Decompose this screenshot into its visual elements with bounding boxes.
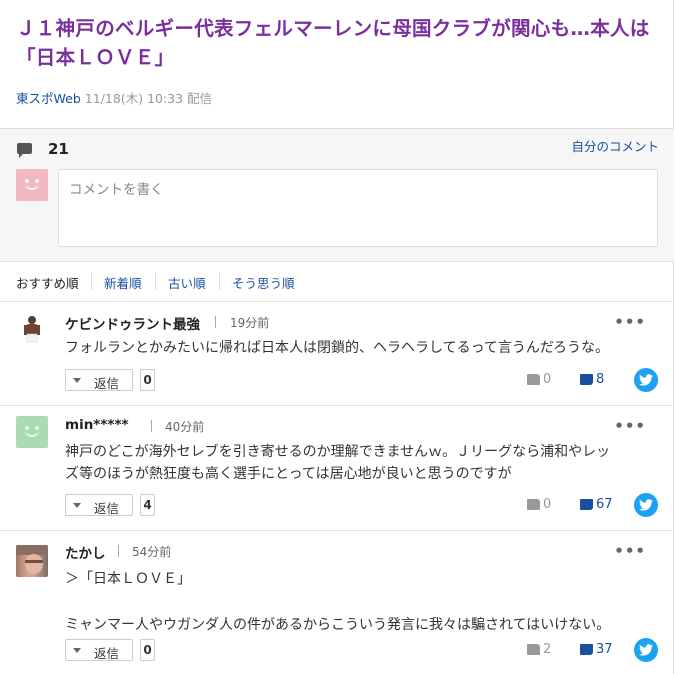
smiley-face-icon: [16, 169, 48, 201]
comment-time: 19分前: [230, 316, 270, 330]
sort-bar: おすすめ順 新着順 古い順 そう思う順: [0, 262, 674, 302]
comment-time: 54分前: [132, 545, 172, 559]
my-comments-link[interactable]: 自分のコメント: [571, 136, 659, 155]
sort-tab-oldest[interactable]: 古い順: [168, 273, 206, 292]
sort-divider: [155, 273, 156, 290]
thumbs-up-icon: [527, 644, 540, 655]
chevron-down-icon: [73, 648, 81, 653]
disagree-button[interactable]: 8: [580, 372, 604, 387]
reply-label: 返信: [94, 646, 120, 661]
comment-line: ＞「日本ＬＯＶＥ」: [65, 571, 191, 587]
comment-line: フォルランとかみたいに帰れば日本人は閉鎖的、ヘラヘラしてるって言うんだろうな。: [65, 340, 610, 356]
reply-button[interactable]: 返信: [65, 639, 133, 661]
twitter-share-icon[interactable]: [634, 368, 658, 392]
reply-label: 返信: [94, 376, 120, 391]
reply-count[interactable]: 0: [140, 639, 155, 661]
reply-count[interactable]: 0: [140, 369, 155, 391]
comment-text: ＞「日本ＬＯＶＥ」 ミャンマー人やウガンダ人の件があるからこういう発言に我々は騙…: [65, 568, 660, 637]
agree-button[interactable]: 0: [527, 372, 551, 387]
sort-divider: [91, 273, 92, 290]
smiley-face-icon: [16, 416, 48, 448]
agree-count: 0: [543, 497, 552, 512]
sort-divider: [219, 273, 220, 290]
comment-line: 神戸のどこが海外セレブを引き寄せるのか理解できませんｗ。Ｊリーグなら浦和やレッ: [65, 444, 611, 460]
twitter-share-icon[interactable]: [634, 638, 658, 662]
agree-count: 0: [543, 372, 552, 387]
reply-button[interactable]: 返信: [65, 369, 133, 391]
sort-tab-agree[interactable]: そう思う順: [232, 273, 295, 292]
more-options-icon[interactable]: •••: [614, 313, 646, 331]
chevron-down-icon: [73, 378, 81, 383]
agree-button[interactable]: 0: [527, 497, 551, 512]
chevron-down-icon: [73, 503, 81, 508]
comment-line: ミャンマー人やウガンダ人の件があるからこういう発言に我々は騙されてはいけない。: [65, 617, 611, 633]
disagree-count: 8: [596, 372, 605, 387]
comment-username[interactable]: ケビンドゥラント最強: [65, 313, 200, 333]
reply-label: 返信: [94, 501, 120, 516]
user-avatar[interactable]: [16, 545, 48, 577]
agree-button[interactable]: 2: [527, 642, 551, 657]
thumbs-down-icon: [580, 644, 593, 655]
sort-tab-recommended[interactable]: おすすめ順: [16, 273, 79, 292]
user-avatar[interactable]: [16, 416, 48, 448]
meta-divider: [151, 420, 152, 432]
reply-count[interactable]: 4: [140, 494, 155, 516]
comment-count: 21: [48, 140, 69, 158]
disagree-button[interactable]: 67: [580, 497, 613, 512]
self-avatar: [16, 169, 48, 201]
agree-count: 2: [543, 642, 552, 657]
comment-line: ズ等のほうが熱狂度も高く選手にとっては居心地が良いと思うのですが: [65, 466, 512, 482]
thumbs-up-icon: [527, 499, 540, 510]
comment-item: たかし 54分前 ••• ＞「日本ＬＯＶＥ」 ミャンマー人やウガンダ人の件がある…: [0, 531, 674, 674]
comment-bubble-icon: [17, 143, 32, 158]
comment-username[interactable]: min*****: [65, 417, 129, 433]
user-avatar[interactable]: [16, 312, 48, 344]
comment-time: 40分前: [165, 420, 205, 434]
more-options-icon[interactable]: •••: [614, 542, 646, 560]
article-meta: 東スポWeb 11/18(木) 10:33 配信: [16, 88, 212, 107]
source-link[interactable]: 東スポWeb: [16, 91, 81, 106]
comment-text: 神戸のどこが海外セレブを引き寄せるのか理解できませんｗ。Ｊリーグなら浦和やレッ …: [65, 441, 660, 485]
comment-item: min***** 40分前 ••• 神戸のどこが海外セレブを引き寄せるのか理解で…: [0, 406, 674, 531]
thumbs-up-icon: [527, 374, 540, 385]
comment-input[interactable]: コメントを書く: [58, 169, 658, 247]
sort-tab-newest[interactable]: 新着順: [104, 273, 142, 292]
twitter-share-icon[interactable]: [634, 493, 658, 517]
article-date: 11/18(木) 10:33 配信: [84, 91, 213, 106]
thumbs-down-icon: [580, 499, 593, 510]
thumbs-down-icon: [580, 374, 593, 385]
disagree-count: 67: [596, 497, 613, 512]
comment-line-blank: [65, 591, 660, 614]
more-options-icon[interactable]: •••: [614, 417, 646, 435]
disagree-button[interactable]: 37: [580, 642, 613, 657]
meta-divider: [215, 316, 216, 328]
disagree-count: 37: [596, 642, 613, 657]
comment-item: ケビンドゥラント最強 19分前 ••• フォルランとかみたいに帰れば日本人は閉鎖…: [0, 302, 674, 406]
comment-username[interactable]: たかし: [65, 542, 106, 562]
meta-divider: [118, 545, 119, 557]
reply-button[interactable]: 返信: [65, 494, 133, 516]
article-title[interactable]: Ｊ１神戸のベルギー代表フェルマーレンに母国クラブが関心も…本人は「日本ＬＯＶＥ」: [16, 14, 666, 72]
comment-text: フォルランとかみたいに帰れば日本人は閉鎖的、ヘラヘラしてるって言うんだろうな。: [65, 337, 660, 359]
